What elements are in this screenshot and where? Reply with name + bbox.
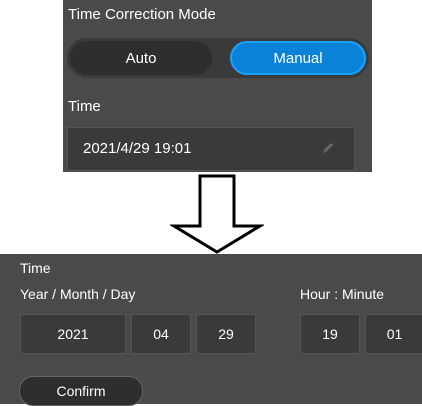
time-correction-mode-title: Time Correction Mode — [68, 6, 216, 23]
auto-mode-button[interactable]: Auto — [70, 41, 212, 75]
time-value: 2021/4/29 19:01 — [83, 140, 192, 157]
hour-input[interactable]: 19 — [300, 314, 360, 354]
mode-toggle: Auto Manual — [67, 38, 369, 78]
minute-input[interactable]: 01 — [365, 314, 422, 354]
month-input[interactable]: 04 — [131, 314, 191, 354]
date-label: Year / Month / Day — [20, 286, 136, 302]
time-edit-title: Time — [20, 260, 51, 276]
time-correction-panel: Time Correction Mode Auto Manual Time 20… — [63, 0, 372, 172]
manual-mode-button[interactable]: Manual — [230, 41, 366, 75]
day-input[interactable]: 29 — [196, 314, 256, 354]
year-input[interactable]: 2021 — [20, 314, 126, 354]
hour-minute-label: Hour : Minute — [300, 286, 385, 302]
time-label: Time — [68, 98, 101, 115]
time-field[interactable]: 2021/4/29 19:01 — [67, 127, 355, 171]
confirm-button[interactable]: Confirm — [19, 376, 143, 406]
pencil-icon[interactable] — [320, 140, 336, 156]
down-arrow-icon — [170, 174, 264, 254]
time-edit-panel: Time Year / Month / Day Hour : Minute 20… — [0, 254, 422, 406]
